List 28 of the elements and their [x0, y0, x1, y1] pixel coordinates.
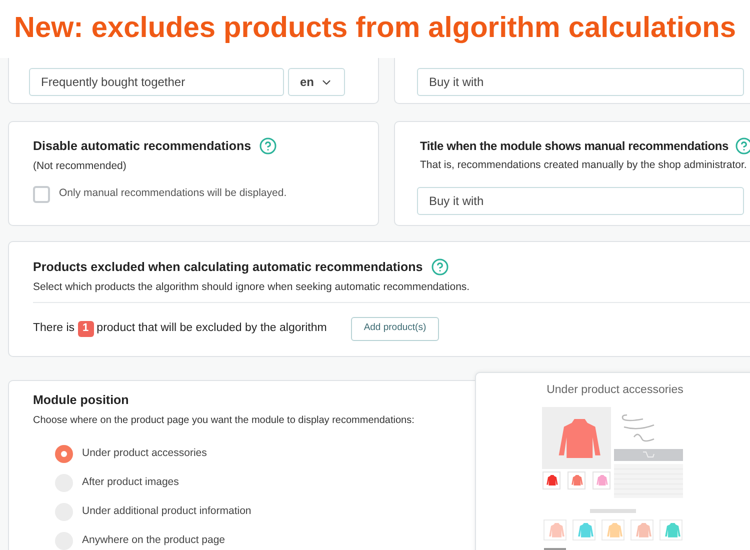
excluded-count-suffix: product that will be excluded by the algorithm	[96, 320, 327, 336]
help-icon[interactable]	[259, 137, 278, 156]
preview-title: Under product accessories	[546, 383, 684, 398]
radio-label: Under additional product information	[82, 504, 252, 519]
card-description: Select which products the algorithm should ignore when seeking automatic recommendations.	[33, 280, 471, 295]
count-badge: 1	[78, 320, 94, 336]
checkbox-label: Only manual recommendations will be displayed.	[59, 186, 287, 202]
title-input[interactable]: Frequently bought together	[29, 68, 284, 96]
card-note: (Not recommended)	[33, 158, 128, 174]
excluded-count-prefix: There is	[33, 320, 75, 336]
radio-label: After product images	[82, 474, 179, 490]
card-description: That is, recommendations created manually by the shop administrator.	[420, 158, 748, 173]
radio-label: Anywhere on the product page	[82, 532, 226, 548]
add-products-button[interactable]: Add product(s)	[350, 316, 440, 340]
card-title: Products excluded when calculating automatic recommendations	[33, 259, 423, 276]
title-input[interactable]: Buy it with	[417, 68, 744, 96]
radio-label: Under product accessories	[82, 446, 207, 461]
title-input[interactable]: Buy it with	[417, 186, 744, 215]
card-title: Module position	[33, 392, 130, 409]
card-description: Choose where on the product page you want the module to display recommendations:	[33, 414, 416, 428]
radio-button[interactable]	[55, 444, 73, 463]
card-title: Title when the module shows manual recommendations	[420, 138, 729, 155]
checkbox[interactable]	[33, 186, 50, 202]
help-icon[interactable]	[430, 258, 449, 276]
help-icon[interactable]	[734, 137, 750, 155]
card-title: Disable automatic recommendations	[33, 138, 252, 155]
language-dropdown[interactable]: en	[288, 68, 345, 96]
banner-title: New: excludes products from algorithm calculations	[14, 11, 736, 46]
